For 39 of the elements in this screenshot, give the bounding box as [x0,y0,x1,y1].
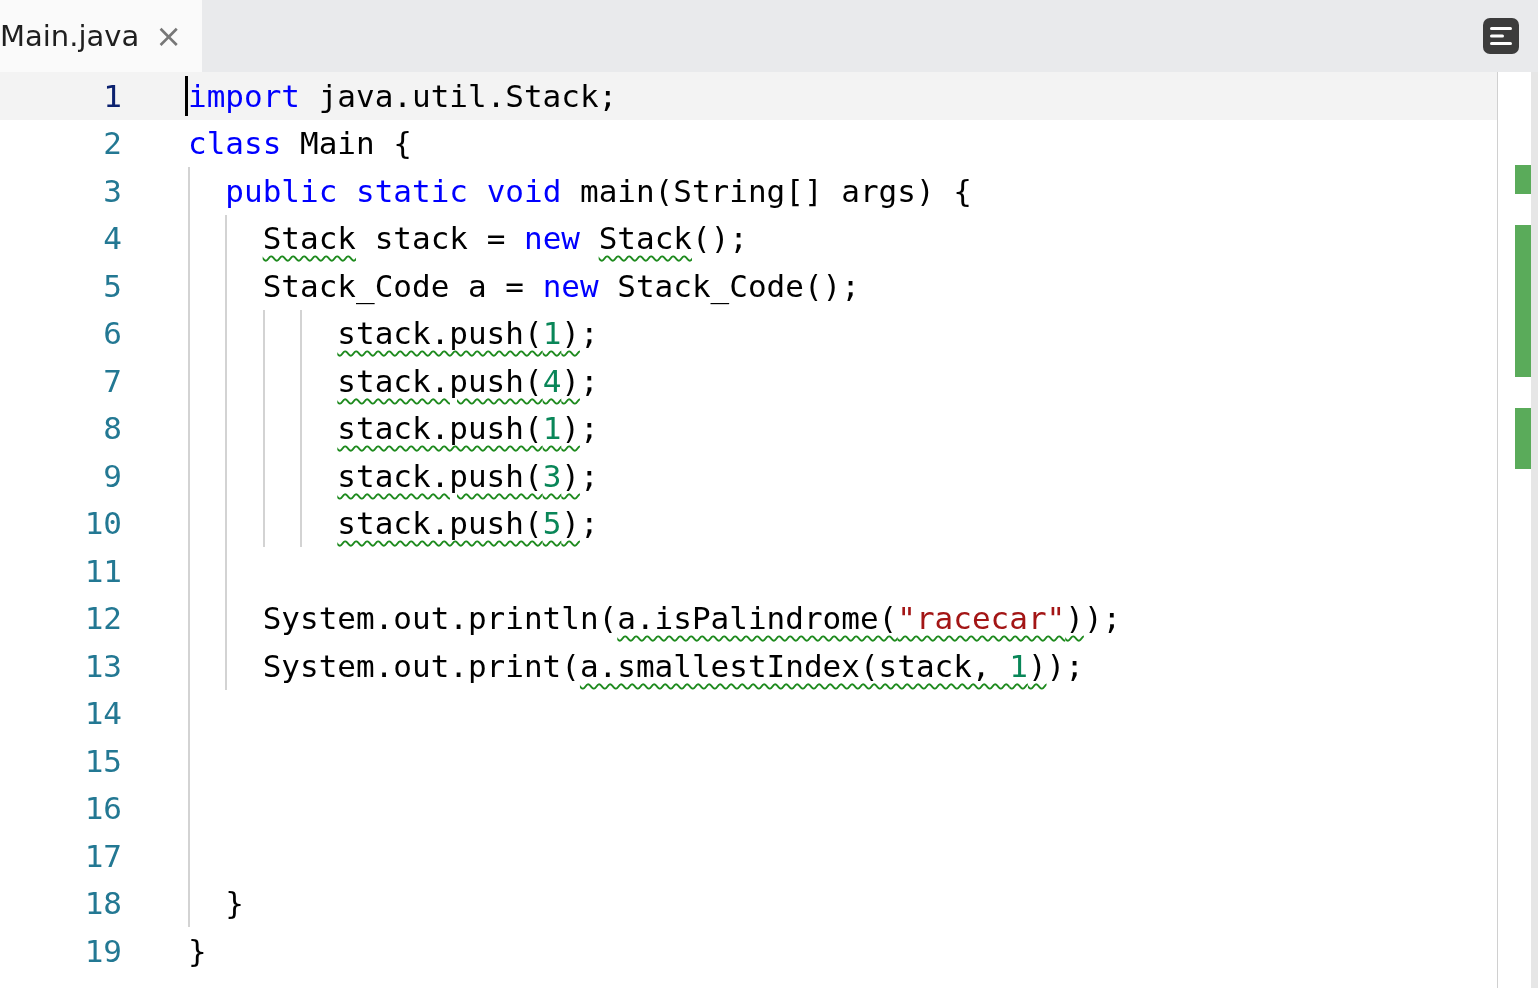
line-number: 15 [83,742,122,779]
code-line: stack.push(3); [336,457,599,494]
code-line: class Main { [188,125,412,162]
code-line: public static void main(String[] args) { [224,172,972,209]
line-number: 12 [83,600,122,637]
line-number: 13 [83,647,122,684]
code-line: } [224,885,244,922]
line-number: 11 [83,552,122,589]
text-cursor [185,76,188,116]
line-number: 8 [102,410,122,447]
menu-icon[interactable] [1483,18,1519,54]
line-number: 4 [102,220,122,257]
code-line: stack.push(5); [336,505,599,542]
code-line: import java.util.Stack; [188,77,618,114]
line-number: 16 [83,790,122,827]
line-number: 2 [102,125,122,162]
code-line: Stack_Code a = new Stack_Code(); [261,267,860,304]
line-number: 3 [102,172,122,209]
file-tab[interactable]: Main.java × [0,0,203,72]
line-number: 10 [83,505,122,542]
change-marker [1515,408,1531,469]
line-number: 19 [83,932,122,969]
code-line: Stack stack = new Stack(); [261,220,748,257]
code-line: stack.push(1); [336,315,599,352]
line-number: 14 [83,695,122,732]
change-marker [1515,165,1531,194]
line-number: 18 [83,885,122,922]
line-number: 17 [83,837,122,874]
close-icon[interactable]: × [155,20,183,52]
line-number: 9 [102,457,122,494]
code-line: System.out.print(a.smallestIndex(stack, 1)); [261,647,1084,684]
code-line: } [188,932,207,969]
code-line: System.out.println(a.isPalindrome("racecar")); [261,600,1122,637]
code-line: stack.push(1); [336,410,599,447]
line-number: 6 [102,315,122,352]
line-number: 7 [102,362,122,399]
code-line: stack.push(4); [336,362,599,399]
line-number: 1 [102,77,122,114]
line-number: 5 [102,267,122,304]
